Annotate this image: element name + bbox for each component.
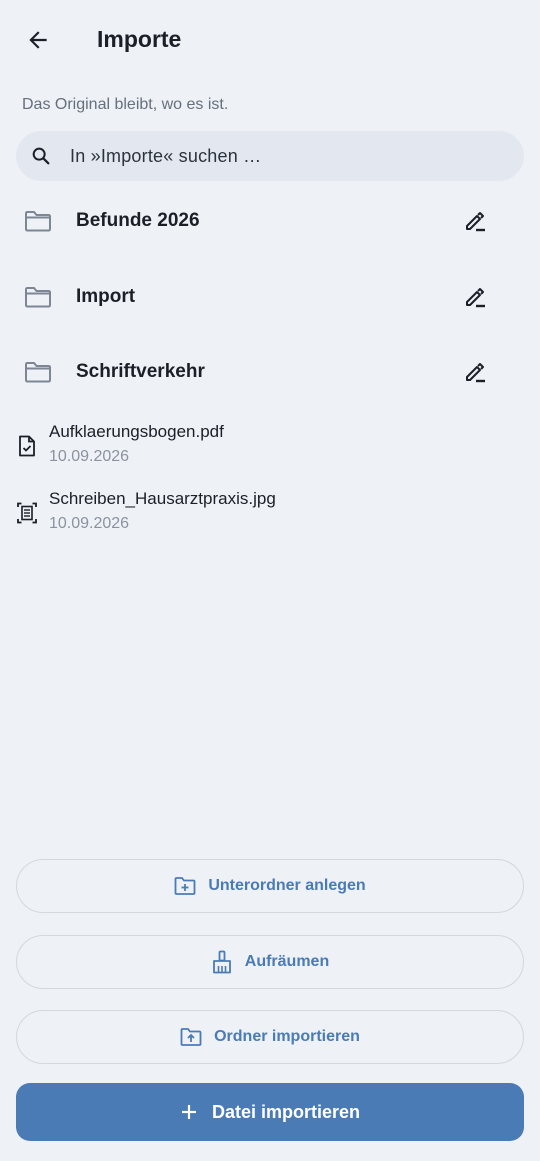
page-subtitle: Das Original bleibt, wo es ist. xyxy=(22,96,229,113)
edit-folder-button[interactable] xyxy=(458,355,492,389)
file-date: 10.09.2026 xyxy=(49,515,130,532)
folder-row[interactable]: Import xyxy=(0,267,540,327)
file-name: Aufklaerungsbogen.pdf xyxy=(49,422,224,441)
file-date: 10.09.2026 xyxy=(49,448,130,465)
pdf-document-icon xyxy=(19,435,35,457)
back-button[interactable] xyxy=(18,20,58,60)
cleanup-button[interactable]: Aufräumen xyxy=(16,935,524,989)
search-bar[interactable]: In »Importe« suchen … xyxy=(16,131,524,181)
edit-icon xyxy=(466,212,485,232)
edit-icon xyxy=(466,288,485,308)
folder-icon xyxy=(25,211,51,232)
scanned-document-icon xyxy=(17,502,37,524)
search-icon xyxy=(30,145,52,167)
new-subfolder-button[interactable]: Unterordner anlegen xyxy=(16,859,524,913)
import-folder-label: Ordner importieren xyxy=(214,1028,360,1045)
app-bar: Importe xyxy=(0,0,540,78)
new-subfolder-label: Unterordner anlegen xyxy=(208,877,366,894)
folder-row[interactable]: Befunde 2026 xyxy=(0,191,540,251)
broom-icon xyxy=(212,950,231,974)
import-file-label: Datei importieren xyxy=(211,1101,361,1122)
edit-folder-button[interactable] xyxy=(458,204,492,238)
import-file-button[interactable]: Datei importieren xyxy=(16,1083,524,1141)
import-folder-button[interactable]: Ordner importieren xyxy=(16,1010,524,1064)
folder-upload-icon xyxy=(180,1028,202,1046)
plus-icon xyxy=(181,1105,196,1119)
folder-row[interactable]: Schriftverkehr xyxy=(0,342,540,402)
search-input[interactable]: In »Importe« suchen … xyxy=(70,146,261,167)
file-row[interactable]: Schreiben_Hausarztpraxis.jpg 10.09.2026 xyxy=(0,488,540,544)
folder-name: Schriftverkehr xyxy=(76,361,205,382)
folder-name: Import xyxy=(76,286,136,307)
folder-name: Befunde 2026 xyxy=(76,210,200,231)
file-name: Schreiben_Hausarztpraxis.jpg xyxy=(49,489,276,508)
cleanup-label: Aufräumen xyxy=(244,953,330,970)
arrow-left-icon xyxy=(29,31,47,49)
edit-icon xyxy=(466,363,485,383)
page-title: Importe xyxy=(97,26,182,52)
folder-icon xyxy=(25,362,51,383)
edit-folder-button[interactable] xyxy=(458,280,492,314)
folder-icon xyxy=(25,287,51,308)
file-row[interactable]: Aufklaerungsbogen.pdf 10.09.2026 xyxy=(0,421,540,477)
folder-add-icon xyxy=(174,877,196,895)
